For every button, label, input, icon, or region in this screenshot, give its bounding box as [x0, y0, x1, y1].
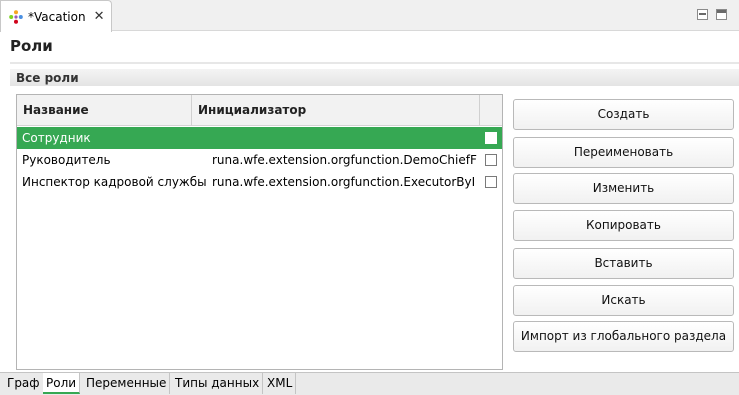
column-header-checkbox[interactable]: [480, 95, 502, 126]
section-header-bar: [10, 69, 739, 86]
copy-button[interactable]: Копировать: [513, 210, 734, 241]
row-checkbox[interactable]: [485, 154, 497, 166]
editor-tab-title: *Vacation: [28, 9, 86, 24]
table-row[interactable]: Сотрудник: [17, 127, 502, 149]
table-header: Название Инициализатор: [17, 95, 502, 126]
tab-graph[interactable]: Граф: [4, 373, 44, 394]
close-icon[interactable]: ✕: [94, 10, 105, 23]
minimize-icon[interactable]: [697, 9, 708, 20]
table-row[interactable]: Инспектор кадровой службы runa.wfe.exten…: [17, 171, 502, 193]
tab-variables[interactable]: Переменные: [83, 373, 171, 394]
column-header-name[interactable]: Название: [17, 95, 192, 126]
role-initializer-cell: runa.wfe.extension.orgfunction.DemoChief…: [212, 153, 477, 167]
editor-tab-strip: *Vacation ✕: [0, 0, 739, 32]
rename-button[interactable]: Переименовать: [513, 137, 734, 168]
role-initializer-cell: runa.wfe.extension.orgfunction.ExecutorB…: [212, 175, 476, 189]
row-checkbox[interactable]: [485, 132, 497, 144]
create-button[interactable]: Создать: [513, 99, 734, 130]
search-button[interactable]: Искать: [513, 285, 734, 316]
role-initializer-cell: [212, 127, 477, 149]
flower-process-icon: [9, 9, 23, 24]
tab-data-types[interactable]: Типы данных: [172, 373, 264, 394]
section-title: Все роли: [16, 71, 79, 85]
roles-table: Название Инициализатор Сотрудник Руковод…: [16, 94, 503, 370]
import-global-button[interactable]: Импорт из глобального раздела: [513, 321, 734, 352]
editor-tab-vacation[interactable]: *Vacation ✕: [0, 0, 112, 32]
role-name-cell: Руководитель: [22, 153, 111, 167]
maximize-icon[interactable]: [716, 9, 727, 20]
page-title: Роли: [10, 37, 53, 55]
title-separator: [10, 62, 739, 64]
edit-button[interactable]: Изменить: [513, 173, 734, 204]
column-header-initializer[interactable]: Инициализатор: [192, 95, 480, 126]
tab-xml[interactable]: XML: [264, 373, 297, 394]
tab-roles[interactable]: Роли: [43, 373, 81, 394]
row-checkbox[interactable]: [485, 176, 497, 188]
paste-button[interactable]: Вставить: [513, 248, 734, 279]
role-name-cell: Инспектор кадровой службы: [22, 175, 207, 189]
role-name-cell: Сотрудник: [22, 131, 91, 145]
table-row[interactable]: Руководитель runa.wfe.extension.orgfunct…: [17, 149, 502, 171]
